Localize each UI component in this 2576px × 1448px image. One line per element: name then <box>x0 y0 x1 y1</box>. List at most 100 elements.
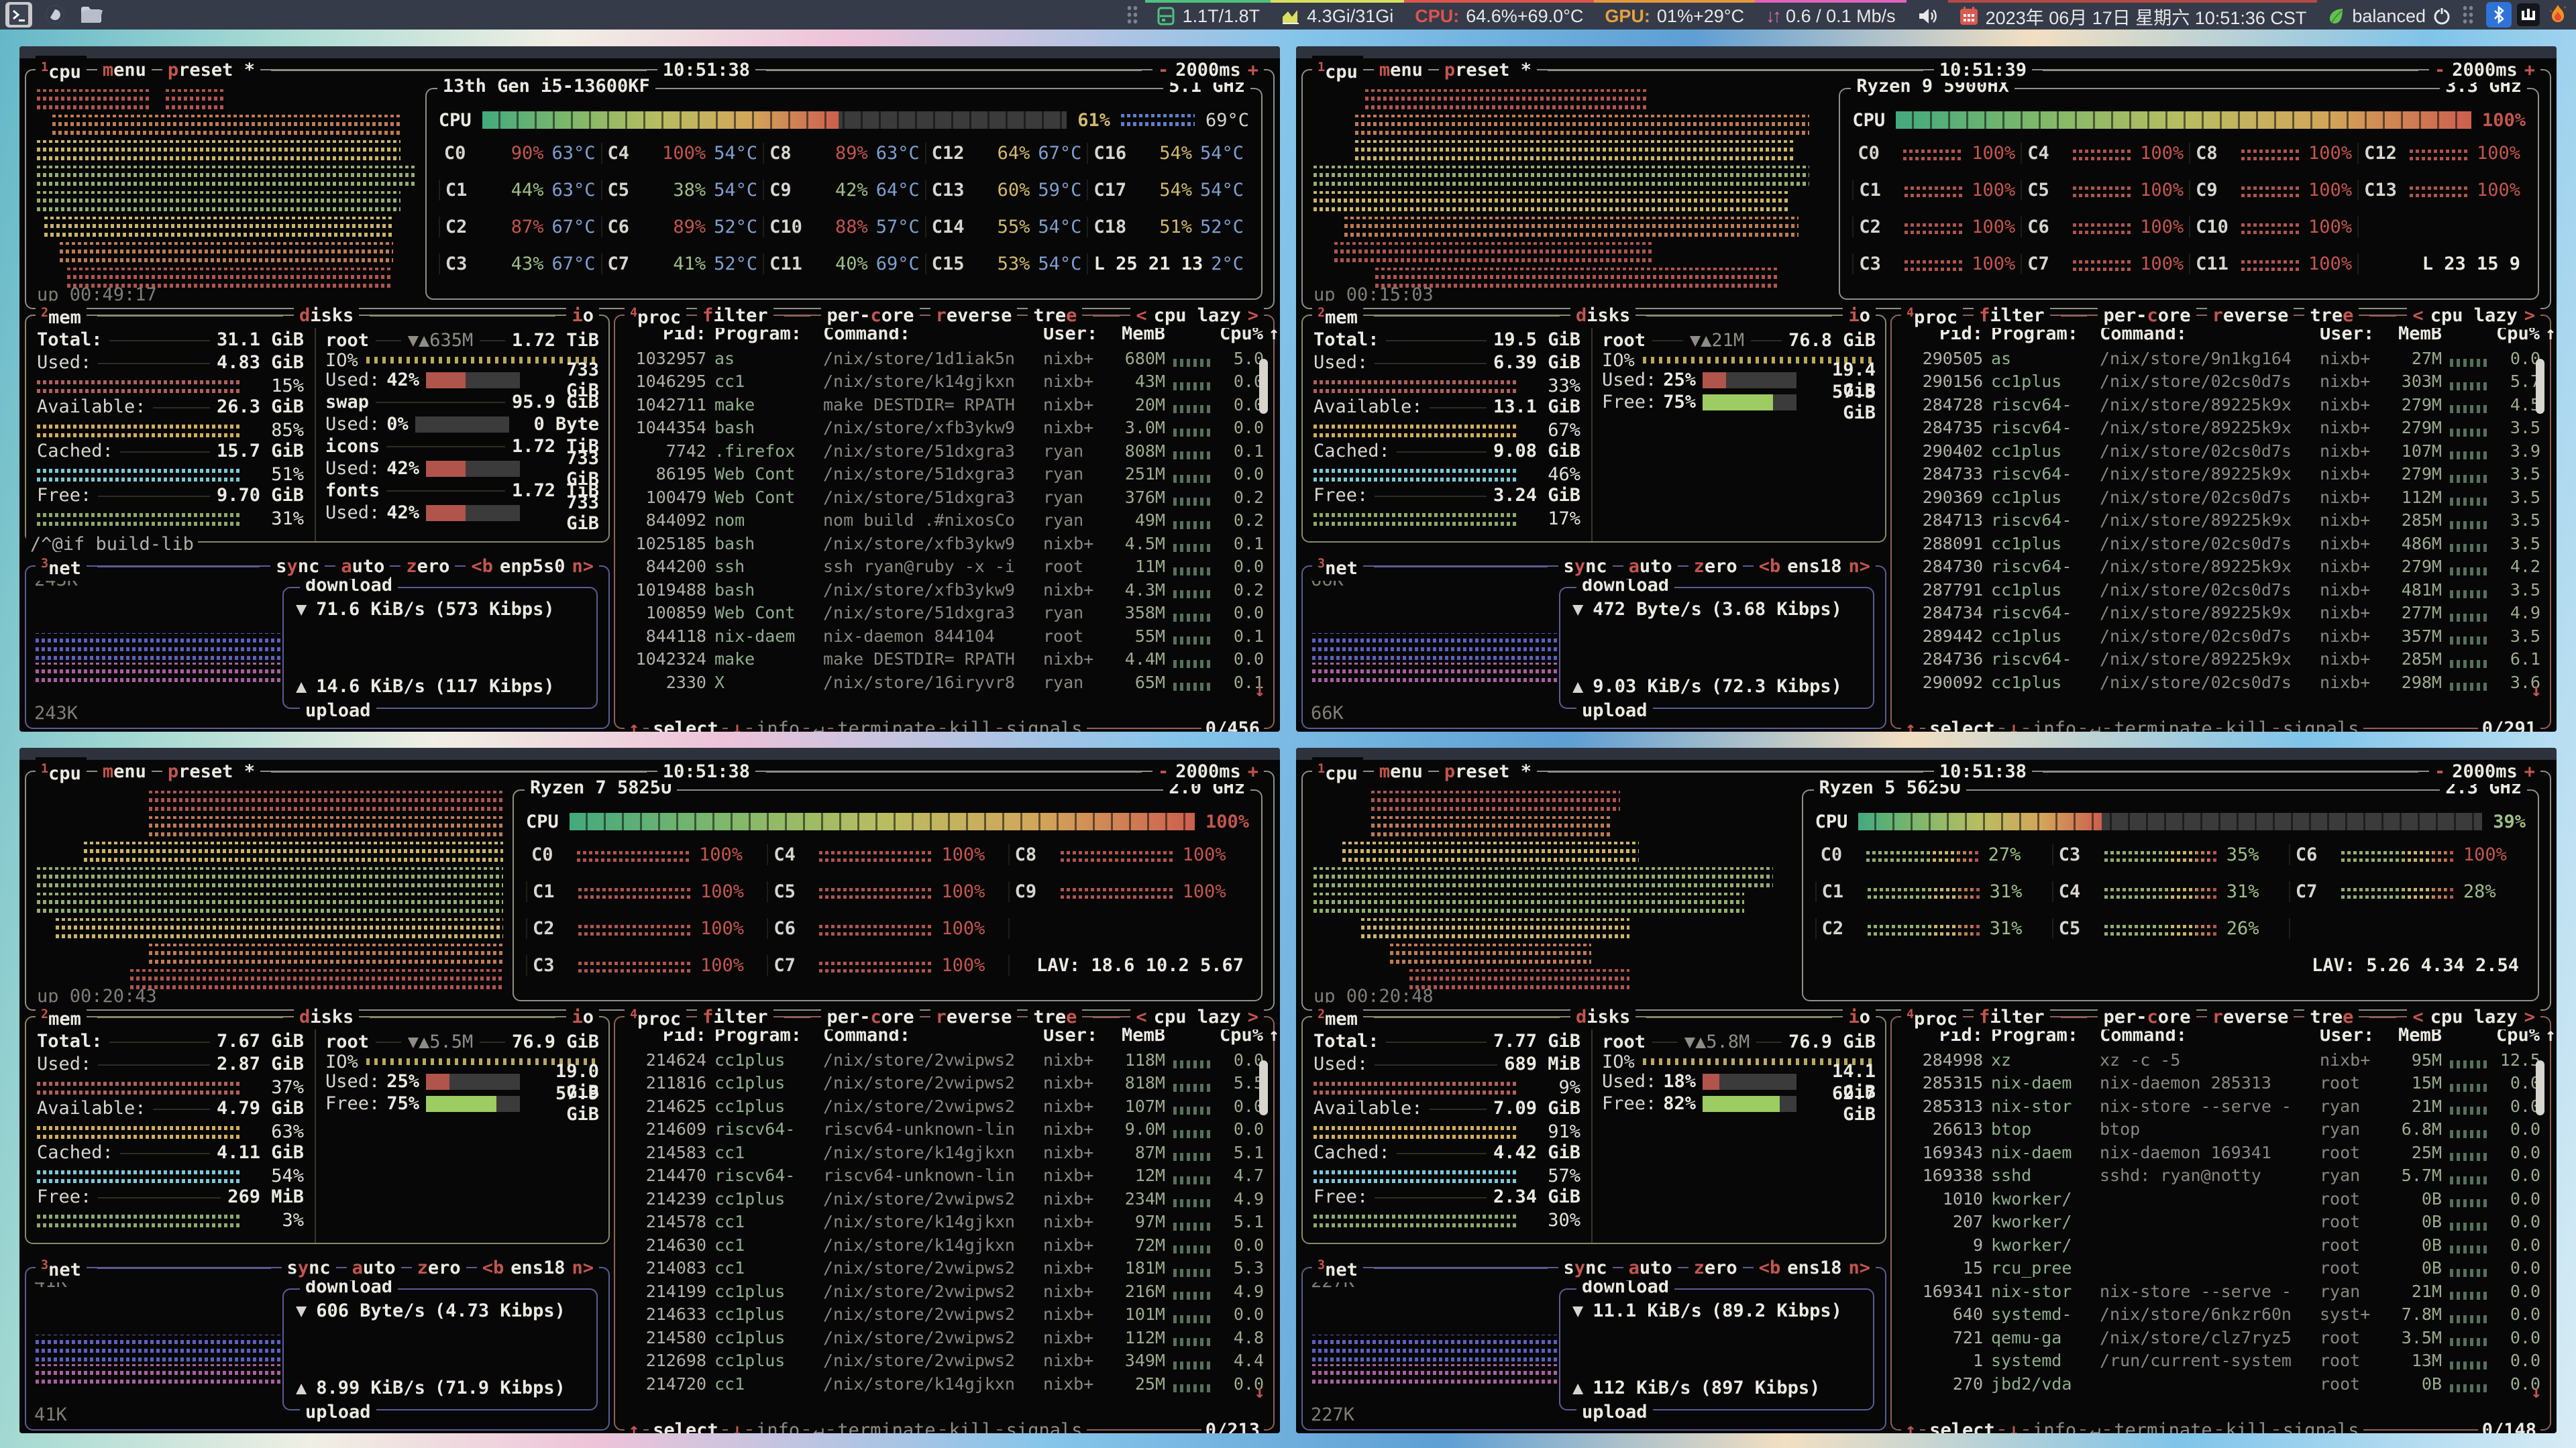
preset-button[interactable]: preset * <box>162 760 260 784</box>
files-launcher[interactable] <box>78 2 105 27</box>
process-row[interactable]: 289442cc1plus/nix/store/02cs0d7snixb+357… <box>1892 624 2550 648</box>
process-row[interactable]: 290092cc1plus/nix/store/02cs0d7snixb+298… <box>1892 671 2550 694</box>
tab-net[interactable]: 3net <box>1312 552 1363 581</box>
process-row[interactable]: 1032957as/nix/store/1d1iak5nnixb+680M5.0 <box>615 347 1273 370</box>
process-row[interactable]: 270jbd2/vdaroot0B0.0 <box>1892 1372 2550 1396</box>
sort-prev[interactable]: < <box>1136 305 1146 326</box>
net-auto-toggle[interactable]: auto <box>1623 1256 1678 1280</box>
tab-mem[interactable]: 2mem <box>1312 1003 1363 1032</box>
process-row[interactable]: 212698cc1plus/nix/store/2vwipws2nixb+349… <box>615 1349 1273 1373</box>
net-sync-toggle[interactable]: sync <box>282 1256 336 1280</box>
kill-label[interactable]: kill <box>945 1418 997 1433</box>
tab-proc[interactable]: 4proc <box>625 1003 686 1032</box>
process-row[interactable]: 285315nix-daemnix-daemon 285313root15M0.… <box>1892 1072 2550 1095</box>
tab-net[interactable]: 3net <box>1312 1254 1363 1282</box>
process-row[interactable]: 214239cc1plus/nix/store/2vwipws2nixb+234… <box>615 1187 1273 1211</box>
process-row[interactable]: 284734riscv64-/nix/store/89225k9xnixb+27… <box>1892 602 2550 625</box>
proc-tree-toggle[interactable]: tree <box>2304 304 2359 328</box>
tab-disks[interactable]: disks <box>1570 1005 1635 1029</box>
net-auto-toggle[interactable]: auto <box>335 555 390 579</box>
clock-indicator[interactable]: 2023年 06月 17日 星期六 10:51:36 CST <box>1948 0 2318 30</box>
proc-scrollbar[interactable] <box>2536 1060 2544 1115</box>
proc-sort-selector[interactable]: <cpu lazy> <box>2407 1005 2540 1029</box>
process-row[interactable]: 284735riscv64-/nix/store/89225k9xnixb+27… <box>1892 416 2550 440</box>
preset-button[interactable]: preset * <box>1439 58 1537 82</box>
refresh-plus-button[interactable]: + <box>1248 761 1258 782</box>
tab-disks[interactable]: disks <box>294 304 359 328</box>
tab-disks[interactable]: disks <box>294 1005 359 1029</box>
process-row[interactable]: 9kworker/root0B0.0 <box>1892 1233 2550 1257</box>
process-row[interactable]: 214470riscv64-riscv64-unknown-linnixb+12… <box>615 1164 1273 1188</box>
kill-label[interactable]: kill <box>2222 1418 2273 1433</box>
process-row[interactable]: 284998xzxz -c -5nixb+95M12.5 <box>1892 1048 2550 1072</box>
process-row[interactable]: 844092nomnom build .#nixosCoryan49M0.2 <box>615 509 1273 533</box>
proc-reverse-toggle[interactable]: reverse <box>930 304 1018 328</box>
process-row[interactable]: 284713riscv64-/nix/store/89225k9xnixb+28… <box>1892 509 2550 533</box>
select-label[interactable]: select <box>649 717 722 732</box>
tab-cpu[interactable]: 1cpu <box>1312 757 1363 786</box>
signals-label[interactable]: signals <box>2279 1418 2363 1433</box>
tab-cpu[interactable]: 1cpu <box>36 56 87 85</box>
process-row[interactable]: 214630cc1/nix/store/k14gjkxnnixb+72M0.0 <box>615 1233 1273 1257</box>
process-row[interactable]: 1025185bash/nix/store/xfb3ykw9nixb+4.5M0… <box>615 532 1273 555</box>
power-profile-indicator[interactable]: balanced <box>2317 0 2462 30</box>
refresh-plus-button[interactable]: + <box>1248 60 1258 80</box>
process-row[interactable]: 214583cc1/nix/store/k14gjkxnnixb+87M5.1 <box>615 1141 1273 1164</box>
process-row[interactable]: 288091cc1plus/nix/store/02cs0d7snixb+486… <box>1892 532 2550 555</box>
iface-prev[interactable]: <b <box>1759 556 1781 577</box>
process-row[interactable]: 290402cc1plus/nix/store/02cs0d7snixb+107… <box>1892 439 2550 463</box>
process-row[interactable]: 290505as/nix/store/9n1kg164nixb+27M0.0 <box>1892 347 2550 370</box>
tab-io[interactable]: io <box>566 304 599 328</box>
select-down-icon[interactable]: ↓ <box>2004 717 2023 732</box>
net-sync-toggle[interactable]: sync <box>1558 555 1613 579</box>
process-row[interactable]: 1019488bash/nix/store/xfb3ykw9nixb+4.3M0… <box>615 578 1273 602</box>
menu-button[interactable]: menu <box>1374 760 1428 784</box>
select-down-icon[interactable]: ↓ <box>728 717 747 732</box>
proc-scrollbar[interactable] <box>2536 359 2544 414</box>
proc-scrollbar[interactable] <box>1259 359 1268 414</box>
terminate-label[interactable]: terminate <box>2110 717 2216 732</box>
tab-cpu[interactable]: 1cpu <box>36 757 87 786</box>
select-up-icon[interactable]: ↑ <box>625 717 643 732</box>
process-row[interactable]: 2330X/nix/store/16iryvr8ryan65M0.1 <box>615 671 1273 694</box>
iface-next[interactable]: n> <box>1848 1258 1870 1278</box>
proc-filter-button[interactable]: filter <box>697 1005 773 1029</box>
proc-percore-toggle[interactable]: per-core <box>821 1005 919 1029</box>
process-row[interactable]: 844118nix-daemnix-daemon 844104root55M0.… <box>615 624 1273 648</box>
tab-proc[interactable]: 4proc <box>1901 1003 1963 1032</box>
process-row[interactable]: 26613btopbtopryan6.8M0.0 <box>1892 1118 2550 1141</box>
refresh-minus-button[interactable]: - <box>2434 761 2445 782</box>
process-row[interactable]: 640systemd-/nix/store/6nkzr60nsyst+7.8M0… <box>1892 1303 2550 1327</box>
iface-prev[interactable]: <b <box>1759 1258 1781 1278</box>
tab-disks[interactable]: disks <box>1570 304 1635 328</box>
iface-next[interactable]: n> <box>572 556 594 577</box>
iface-prev[interactable]: <b <box>482 1258 504 1278</box>
signals-label[interactable]: signals <box>1002 717 1087 732</box>
select-up-icon[interactable]: ↑ <box>625 1418 643 1433</box>
select-label[interactable]: select <box>649 1418 722 1433</box>
tab-io[interactable]: io <box>1843 1005 1876 1029</box>
kill-label[interactable]: kill <box>2222 717 2273 732</box>
net-zero-toggle[interactable]: zero <box>412 1256 466 1280</box>
proc-percore-toggle[interactable]: per-core <box>2098 1005 2196 1029</box>
info-label[interactable]: info <box>2029 1418 2080 1433</box>
net-auto-toggle[interactable]: auto <box>347 1256 401 1280</box>
process-row[interactable]: 211816cc1plus/nix/store/2vwipws2nixb+818… <box>615 1072 1273 1095</box>
refresh-plus-button[interactable]: + <box>2524 60 2535 80</box>
select-up-icon[interactable]: ↑ <box>1901 717 1920 732</box>
iface-next[interactable]: n> <box>1848 556 1870 577</box>
net-sync-toggle[interactable]: sync <box>1558 1256 1613 1280</box>
sort-prev[interactable]: < <box>2412 1007 2423 1027</box>
net-zero-toggle[interactable]: zero <box>400 555 455 579</box>
iface-next[interactable]: n> <box>572 1258 594 1278</box>
process-row[interactable]: 100859Web Cont/nix/store/51dxgra3ryan358… <box>615 602 1273 625</box>
terminate-label[interactable]: terminate <box>833 717 939 732</box>
refresh-plus-button[interactable]: + <box>2524 761 2535 782</box>
sort-next[interactable]: > <box>2524 305 2535 326</box>
refresh-rate-control[interactable]: -2000ms+ <box>1152 58 1264 82</box>
process-row[interactable]: 86195Web Cont/nix/store/51dxgra3ryan251M… <box>615 463 1273 486</box>
flame-tray-icon[interactable] <box>2545 2 2571 27</box>
network-speed-indicator[interactable]: ↓↑ 0.6 / 0.1 Mb/s <box>1755 0 1907 30</box>
select-label[interactable]: select <box>1925 717 1999 732</box>
net-interface-selector[interactable]: <bens18n> <box>1754 555 1876 579</box>
